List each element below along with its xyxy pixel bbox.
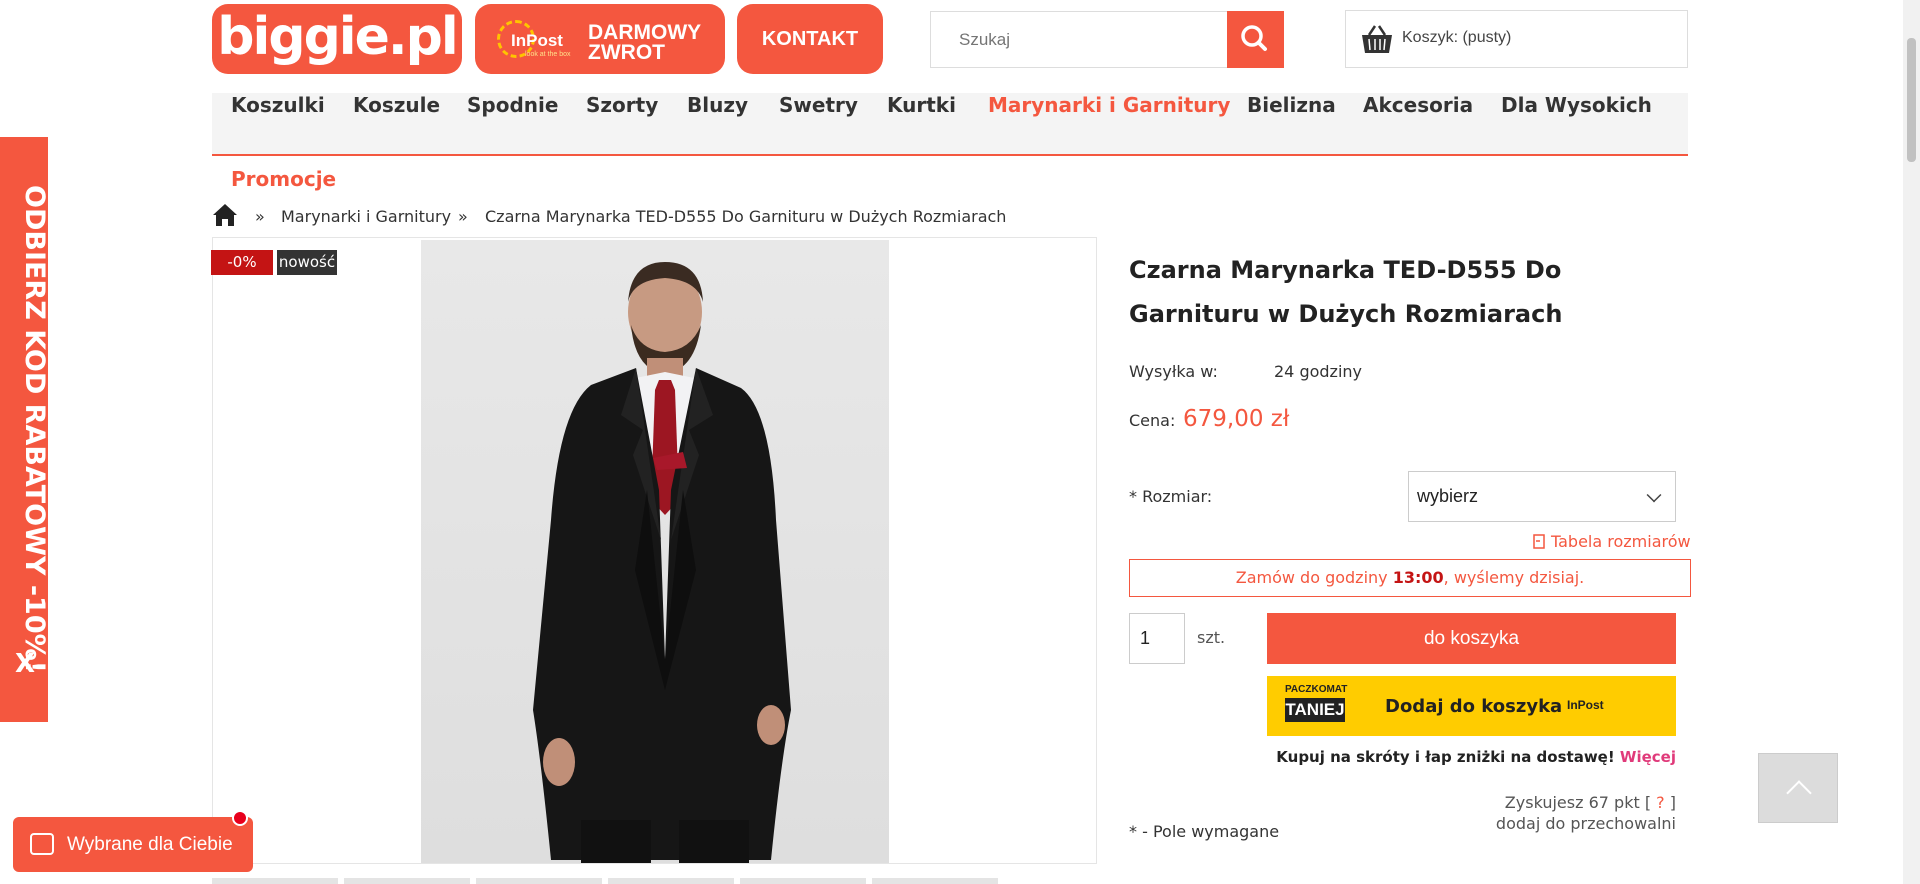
- gallery-thumbnail[interactable]: [476, 878, 602, 884]
- gallery-thumbnail[interactable]: [344, 878, 470, 884]
- size-select[interactable]: wybierz: [1408, 471, 1676, 522]
- chevron-down-icon: [1646, 487, 1662, 503]
- points-help-link[interactable]: ?: [1656, 793, 1665, 812]
- search-box: [930, 11, 1284, 68]
- nav-item-promocje[interactable]: Promocje: [231, 167, 336, 191]
- nav-item-spodnie[interactable]: Spodnie: [467, 93, 558, 154]
- nav-item-akcesoria[interactable]: Akcesoria: [1363, 93, 1473, 154]
- size-label: * Rozmiar:: [1129, 487, 1213, 506]
- nav-item-bluzy[interactable]: Bluzy: [687, 93, 748, 154]
- nav-item-koszulki[interactable]: Koszulki: [231, 93, 325, 154]
- discount-badge: -0%: [211, 250, 273, 275]
- quantity-unit: szt.: [1197, 628, 1226, 647]
- nav-item-swetry[interactable]: Swetry: [779, 93, 858, 154]
- discount-banner-text[interactable]: ODBIERZ KOD RABATOWY -10%!: [10, 185, 50, 673]
- shipping-deadline-notice: Zamów do godziny 13:00, wyślemy dzisiaj.: [1129, 559, 1691, 597]
- shipping-value: 24 godziny: [1274, 362, 1362, 381]
- scrollbar-thumb[interactable]: [1907, 38, 1916, 162]
- paczkomat-add-label: Dodaj do koszyka: [1385, 696, 1563, 717]
- breadcrumb-separator: »: [458, 207, 468, 226]
- product-photo[interactable]: [421, 240, 889, 863]
- picked-for-you-label: Wybrane dla Ciebie: [67, 834, 233, 855]
- free-return-label: DARMOWY ZWROT: [588, 21, 701, 64]
- size-select-value: wybierz: [1417, 486, 1479, 506]
- nav-item-kurtki[interactable]: Kurtki: [887, 93, 956, 154]
- home-icon[interactable]: [212, 203, 238, 227]
- gallery-thumbnail[interactable]: [608, 878, 734, 884]
- search-button[interactable]: [1227, 11, 1284, 68]
- shortcut-text: Kupuj na skróty i łap zniżki na dostawę!: [1276, 748, 1620, 766]
- contact-button[interactable]: KONTAKT: [737, 4, 883, 74]
- gallery-thumbnail[interactable]: [740, 878, 866, 884]
- inpost-logo: InPost: [1567, 698, 1604, 712]
- cart-box[interactable]: Koszyk: (pusty): [1345, 10, 1688, 68]
- picked-for-you-button[interactable]: Wybrane dla Ciebie: [13, 817, 253, 872]
- nav-item-bielizna[interactable]: Bielizna: [1247, 93, 1336, 154]
- model-in-suit-illustration: [533, 262, 791, 863]
- nav-item-szorty[interactable]: Szorty: [586, 93, 658, 154]
- inpost-free-return-banner[interactable]: InPost look at the box DARMOWY ZWROT: [475, 4, 725, 74]
- document-icon: [1533, 534, 1545, 549]
- paczkomat-add-to-cart-button[interactable]: PACZKOMAT TANIEJ Dodaj do koszyka InPost: [1267, 676, 1676, 736]
- breadcrumb-category-link[interactable]: Marynarki i Garnitury: [281, 207, 451, 226]
- site-logo[interactable]: biggie.pl: [212, 4, 462, 74]
- shortcut-promo: Kupuj na skróty i łap zniżki na dostawę!…: [1129, 748, 1676, 766]
- size-table-label: Tabela rozmiarów: [1551, 532, 1691, 551]
- size-table-link[interactable]: Tabela rozmiarów: [1533, 532, 1691, 551]
- nav-item-koszule[interactable]: Koszule: [353, 93, 440, 154]
- price-label: Cena:: [1129, 411, 1176, 430]
- quantity-input[interactable]: 1: [1129, 613, 1185, 664]
- add-to-cart-button[interactable]: do koszyka: [1267, 613, 1676, 664]
- inpost-tagline: look at the box: [525, 51, 571, 58]
- required-fields-note: * - Pole wymagane: [1129, 822, 1280, 841]
- notification-dot: [232, 810, 248, 826]
- discount-banner-close-button[interactable]: X: [10, 649, 40, 679]
- product-price: 679,00 zł: [1183, 406, 1290, 432]
- paczkomat-bottom-text: TANIEJ: [1285, 698, 1345, 722]
- search-input[interactable]: [931, 12, 1228, 67]
- deadline-time: 13:00: [1392, 568, 1444, 587]
- basket-icon: [1362, 25, 1392, 53]
- paczkomat-taniej-logo: PACZKOMAT TANIEJ: [1285, 684, 1348, 726]
- chevron-up-icon: [1786, 780, 1812, 806]
- deadline-text-end: , wyślemy dzisiaj.: [1443, 568, 1585, 587]
- gallery-thumbnail[interactable]: [212, 878, 338, 884]
- scroll-to-top-button[interactable]: [1758, 753, 1838, 823]
- search-icon: [1241, 25, 1267, 51]
- cart-label: Koszyk: (pusty): [1402, 29, 1512, 46]
- thumbnail-strip: [212, 878, 1024, 884]
- inpost-logo-text: InPost: [511, 31, 563, 50]
- points-bracket: ]: [1669, 793, 1676, 812]
- gift-icon: [30, 833, 54, 855]
- main-navigation: Koszulki Koszule Spodnie Szorty Bluzy Sw…: [212, 93, 1688, 156]
- shipping-label: Wysyłka w:: [1129, 362, 1218, 381]
- new-badge: nowość: [277, 250, 337, 275]
- deadline-text: Zamów do godziny: [1235, 568, 1393, 587]
- points-text: Zyskujesz 67 pkt [: [1504, 793, 1652, 812]
- nav-item-marynarki-i-garnitury[interactable]: Marynarki i Garnitury: [988, 93, 1230, 154]
- shortcut-more-link[interactable]: Więcej: [1620, 748, 1676, 766]
- breadcrumb-current: Czarna Marynarka TED-D555 Do Garnituru w…: [485, 207, 1007, 226]
- discount-side-banner[interactable]: ODBIERZ KOD RABATOWY -10%! X: [0, 137, 50, 722]
- product-title: Czarna Marynarka TED-D555 Do Garnituru w…: [1129, 256, 1563, 328]
- nav-item-dla-wysokich[interactable]: Dla Wysokich: [1501, 93, 1652, 154]
- gallery-thumbnail[interactable]: [872, 878, 998, 884]
- product-gallery: -0% nowość: [211, 237, 1097, 864]
- page-scrollbar[interactable]: [1903, 0, 1920, 884]
- paczkomat-top-text: PACZKOMAT: [1285, 684, 1348, 695]
- breadcrumb-separator: »: [255, 207, 265, 226]
